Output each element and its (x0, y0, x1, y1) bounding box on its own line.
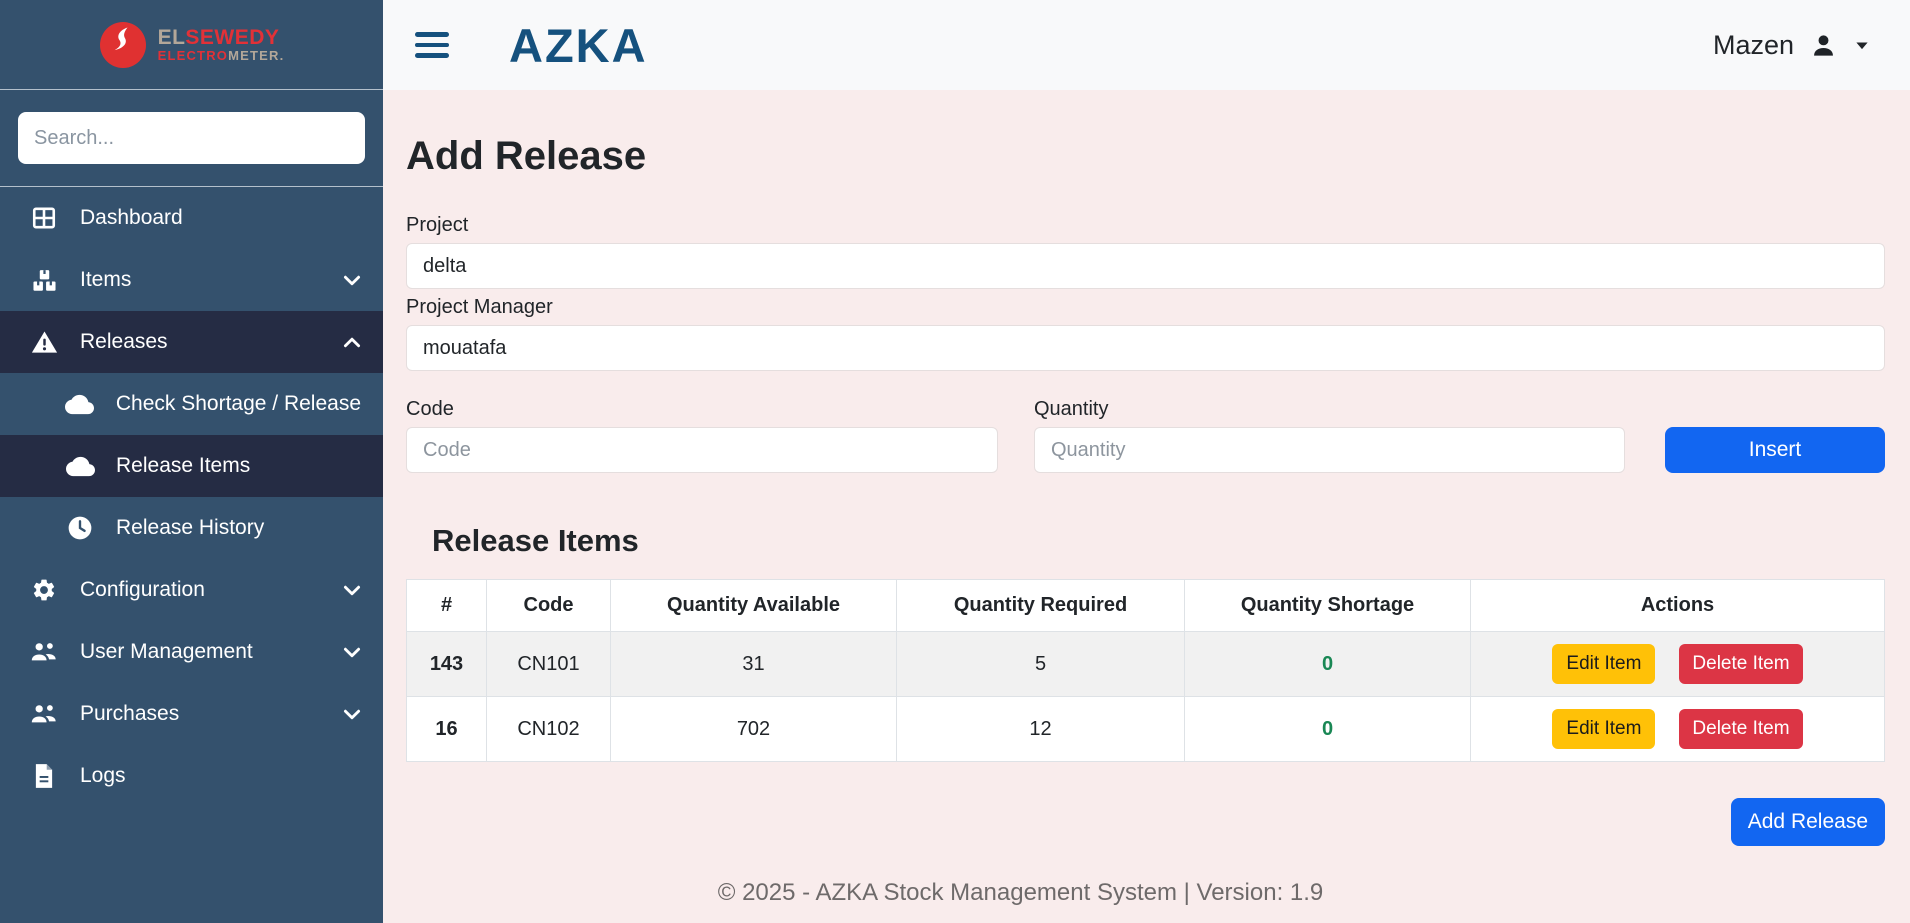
column-header: # (406, 579, 487, 632)
page-title: Add Release (406, 134, 647, 178)
cell-code: CN102 (486, 696, 611, 762)
release-items-table: # Code Quantity Available Quantity Required… (406, 579, 1885, 762)
edit-item-button[interactable]: Edit Item (1552, 644, 1656, 684)
file-icon (28, 763, 60, 789)
cell-quantity-shortage: 0 (1184, 696, 1471, 762)
cell-quantity-available: 31 (610, 631, 897, 697)
sidebar-item-label: Check Shortage / Release (115, 392, 361, 415)
sidebar-item-label: Release History (116, 516, 265, 539)
delete-item-button[interactable]: Delete Item (1679, 709, 1803, 749)
cell-code: CN101 (486, 631, 611, 697)
main-area: AZKA Mazen Add Release Project Project M… (383, 0, 1910, 923)
cell-id: 16 (406, 696, 487, 762)
warning-triangle-icon (28, 329, 60, 356)
project-manager-field[interactable] (406, 325, 1885, 371)
elsewedy-swoosh-icon (99, 21, 147, 69)
sidebar-item-label: Logs (80, 764, 126, 787)
edit-item-button[interactable]: Edit Item (1552, 709, 1656, 749)
dashboard-grid-icon (28, 205, 60, 231)
sidebar: ELSEWEDY ELECTROMETER. Dashboard Items Rel… (0, 0, 383, 923)
logo-text-electro: ELECTRO (157, 47, 229, 63)
company-logo[interactable]: ELSEWEDY ELECTROMETER. (0, 0, 383, 90)
gear-icon (28, 577, 60, 603)
sidebar-item-purchases[interactable]: Purchases (0, 683, 383, 745)
page-content: Add Release Project Project Manager Code… (383, 90, 1910, 923)
search-input[interactable] (18, 112, 365, 164)
boxes-icon (28, 267, 60, 294)
user-name: Mazen (1712, 29, 1794, 60)
sidebar-item-check-shortage-release[interactable]: Check Shortage / Release (0, 373, 383, 435)
sidebar-item-label: Dashboard (80, 206, 183, 229)
sidebar-item-logs[interactable]: Logs (0, 745, 383, 807)
table-row: 143 CN101 31 5 0 Edit Item Delete Item (406, 631, 1885, 697)
code-label: Code (406, 398, 454, 420)
sidebar-nav: Dashboard Items Releases Check Shortage / R… (0, 187, 383, 923)
project-field[interactable] (406, 243, 1885, 289)
app-logo[interactable]: AZKA (509, 18, 648, 73)
project-manager-label: Project Manager (406, 296, 553, 318)
cell-quantity-available: 702 (610, 696, 897, 762)
logo-text-sewedy: SEWEDY (185, 25, 280, 49)
sidebar-item-label: Configuration (80, 578, 205, 601)
sidebar-item-items[interactable]: Items (0, 249, 383, 311)
cell-actions: Edit Item Delete Item (1470, 631, 1885, 697)
cloud-icon (64, 452, 96, 481)
delete-item-button[interactable]: Delete Item (1679, 644, 1803, 684)
insert-button[interactable]: Insert (1665, 427, 1885, 473)
company-logo-text: ELSEWEDY ELECTROMETER. (157, 25, 285, 63)
sidebar-item-label: Release Items (116, 454, 251, 477)
chevron-down-icon (343, 647, 361, 658)
column-header: Quantity Required (896, 579, 1185, 632)
code-quantity-row: Code Quantity Insert (406, 391, 1885, 473)
column-header: Quantity Shortage (1184, 579, 1471, 632)
sidebar-item-release-items[interactable]: Release Items (0, 435, 383, 497)
column-header: Actions (1470, 579, 1885, 632)
sidebar-item-configuration[interactable]: Configuration (0, 559, 383, 621)
add-release-row: Add Release (406, 798, 1885, 846)
sidebar-item-label: Releases (80, 330, 168, 353)
chevron-down-icon (343, 585, 361, 596)
quantity-label: Quantity (1034, 398, 1109, 420)
add-release-button[interactable]: Add Release (1730, 798, 1885, 846)
caret-down-icon (1855, 41, 1869, 50)
cell-quantity-required: 12 (896, 696, 1185, 762)
sidebar-item-label: Purchases (80, 702, 180, 725)
project-label: Project (406, 214, 469, 236)
code-field[interactable] (406, 427, 998, 473)
top-navbar: AZKA Mazen (383, 0, 1910, 90)
sidebar-item-release-history[interactable]: Release History (0, 497, 383, 559)
table-header-row: # Code Quantity Available Quantity Required… (406, 579, 1885, 632)
cell-quantity-required: 5 (896, 631, 1185, 697)
sidebar-item-label: User Management (80, 640, 253, 663)
release-items-title: Release Items (432, 523, 639, 558)
sidebar-item-user-management[interactable]: User Management (0, 621, 383, 683)
cell-quantity-shortage: 0 (1184, 631, 1471, 697)
chevron-up-icon (343, 337, 361, 348)
chevron-down-icon (343, 709, 361, 720)
cloud-icon (64, 390, 96, 419)
cell-id: 143 (406, 631, 487, 697)
logo-text-meter: METER (228, 47, 280, 63)
column-header: Quantity Available (610, 579, 897, 632)
column-header: Code (486, 579, 611, 632)
sidebar-item-dashboard[interactable]: Dashboard (0, 187, 383, 249)
quantity-field[interactable] (1034, 427, 1625, 473)
sidebar-item-label: Items (80, 268, 132, 291)
cell-actions: Edit Item Delete Item (1470, 696, 1885, 762)
user-menu[interactable]: Mazen (1713, 30, 1869, 61)
table-row: 16 CN102 702 12 0 Edit Item Delete Item (406, 696, 1885, 762)
menu-icon[interactable] (413, 28, 451, 62)
footer-text: © 2025 - AZKA Stock Management System | … (717, 879, 1324, 906)
clock-icon (64, 515, 96, 541)
sidebar-search (0, 90, 383, 187)
chevron-down-icon (343, 275, 361, 286)
person-icon (1810, 32, 1837, 59)
users-icon (28, 639, 60, 665)
users-icon (28, 701, 60, 727)
sidebar-item-releases[interactable]: Releases (0, 311, 383, 373)
logo-text-el: EL (157, 25, 186, 49)
